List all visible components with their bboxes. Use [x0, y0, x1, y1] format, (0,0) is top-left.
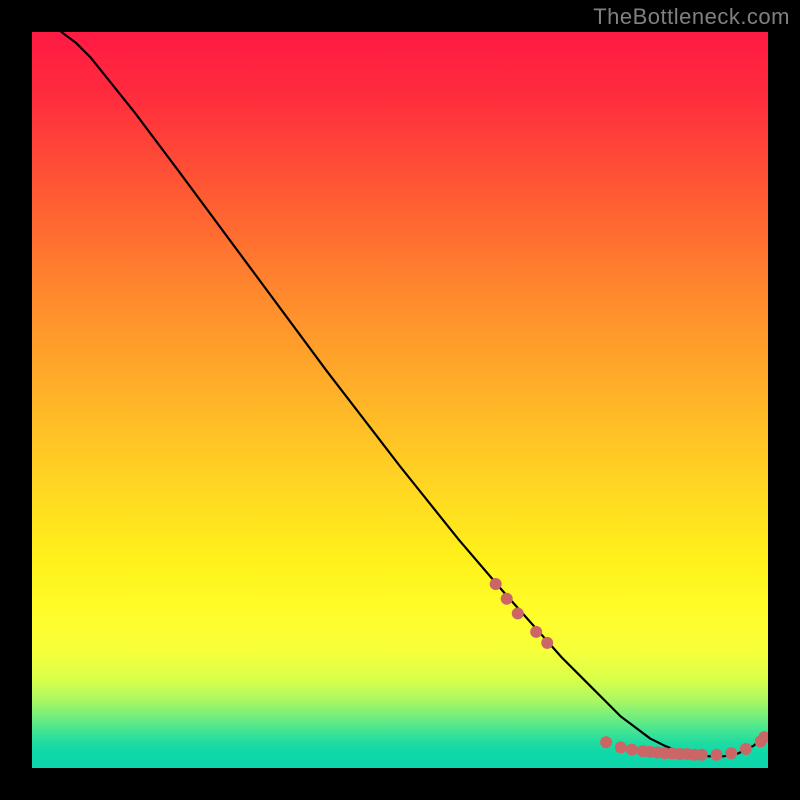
highlight-point: [615, 741, 627, 753]
highlight-points-group: [490, 578, 768, 761]
highlight-point: [600, 736, 612, 748]
watermark-text: TheBottleneck.com: [593, 4, 790, 30]
highlight-point: [490, 578, 502, 590]
plot-area: [32, 32, 768, 768]
chart-frame: TheBottleneck.com: [0, 0, 800, 800]
highlight-point: [725, 747, 737, 759]
highlight-point: [626, 744, 638, 756]
highlight-point: [740, 743, 752, 755]
highlight-point: [501, 593, 513, 605]
highlight-point: [512, 607, 524, 619]
bottleneck-curve-line: [61, 32, 764, 756]
highlight-point: [530, 626, 542, 638]
chart-svg: [32, 32, 768, 768]
highlight-point: [696, 749, 708, 761]
highlight-point: [541, 637, 553, 649]
highlight-point: [710, 749, 722, 761]
